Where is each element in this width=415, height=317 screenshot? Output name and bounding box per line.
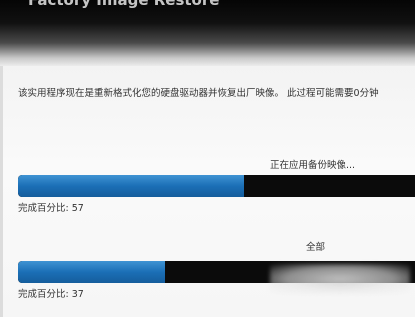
progress-fill-current (18, 175, 245, 197)
progress-bar-current (18, 175, 415, 197)
restore-window: Factory Image Restore 该实用程序现在是重新格式化您的硬盘驱… (0, 0, 415, 317)
description-text: 该实用程序现在是重新格式化您的硬盘驱动器并恢复出厂映像。 此过程可能需要0分钟 (18, 88, 379, 99)
task-status-current: 正在应用备份映像... (270, 160, 356, 171)
percent-label-current: 完成百分比: 57 (18, 203, 84, 214)
title-bar: Factory Image Restore (0, 0, 415, 66)
percent-label-overall: 完成百分比: 37 (18, 289, 84, 300)
progress-fill-overall (18, 261, 165, 283)
window-left-border (0, 66, 3, 317)
task-status-overall: 全部 (306, 242, 326, 253)
blurred-watermark (270, 264, 410, 294)
window-title: Factory Image Restore (28, 0, 220, 9)
